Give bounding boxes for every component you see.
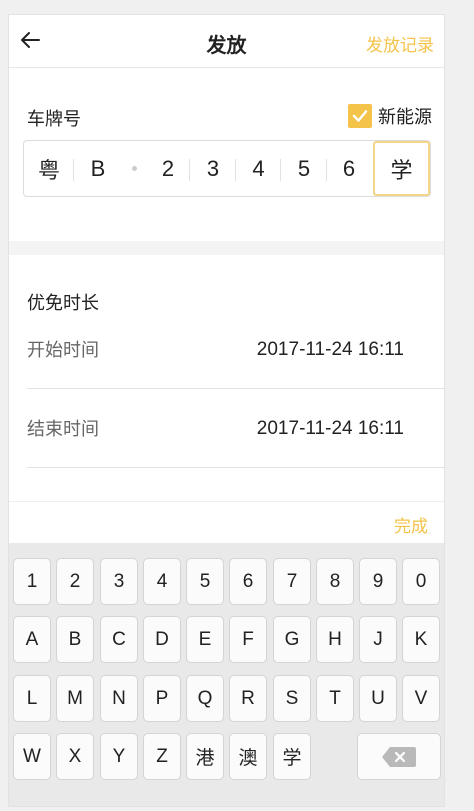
key-T[interactable]: T xyxy=(316,675,354,722)
plate-input[interactable]: 粤 B 2 3 4 5 6 学 xyxy=(23,140,431,197)
key-学[interactable]: 学 xyxy=(273,733,311,780)
key-V[interactable]: V xyxy=(402,675,440,722)
key-F[interactable]: F xyxy=(229,616,267,663)
key-W[interactable]: W xyxy=(13,733,51,780)
start-time-label: 开始时间 xyxy=(27,340,99,360)
plate-keyboard: 1234567890 ABCDEFGHJK LMNPQRSTUV WXYZ港澳学 xyxy=(9,543,444,806)
plate-number-label: 车牌号 xyxy=(27,109,81,129)
key-U[interactable]: U xyxy=(359,675,397,722)
key-Q[interactable]: Q xyxy=(186,675,224,722)
plate-char-5[interactable]: 6 xyxy=(327,141,371,196)
app-frame: 发放 发放记录 车牌号 新能源 粤 B 2 3 4 5 6 学 优免时长 开始时… xyxy=(8,14,445,807)
key-港[interactable]: 港 xyxy=(186,733,224,780)
key-C[interactable]: C xyxy=(100,616,138,663)
key-3[interactable]: 3 xyxy=(100,558,138,605)
plate-char-3[interactable]: 4 xyxy=(236,141,281,196)
plate-char-6-active[interactable]: 学 xyxy=(373,141,430,196)
key-5[interactable]: 5 xyxy=(186,558,224,605)
key-R[interactable]: R xyxy=(229,675,267,722)
key-N[interactable]: N xyxy=(100,675,138,722)
plate-char-2[interactable]: 3 xyxy=(190,141,236,196)
key-A[interactable]: A xyxy=(13,616,51,663)
key-L[interactable]: L xyxy=(13,675,51,722)
key-B[interactable]: B xyxy=(56,616,94,663)
key-K[interactable]: K xyxy=(402,616,440,663)
new-energy-label: 新能源 xyxy=(378,107,432,127)
issue-record-link[interactable]: 发放记录 xyxy=(366,31,434,56)
key-8[interactable]: 8 xyxy=(316,558,354,605)
end-time-label: 结束时间 xyxy=(27,419,99,439)
new-energy-checkbox[interactable]: 新能源 xyxy=(348,103,432,129)
done-button[interactable]: 完成 xyxy=(394,512,428,537)
key-J[interactable]: J xyxy=(359,616,397,663)
key-0[interactable]: 0 xyxy=(402,558,440,605)
plate-char-city[interactable]: B xyxy=(74,141,122,196)
nav-header: 发放 发放记录 xyxy=(9,15,444,68)
backspace-icon xyxy=(382,746,416,767)
key-2[interactable]: 2 xyxy=(56,558,94,605)
end-time-value: 2017-11-24 16:11 xyxy=(256,418,404,439)
key-4[interactable]: 4 xyxy=(143,558,181,605)
key-G[interactable]: G xyxy=(273,616,311,663)
key-P[interactable]: P xyxy=(143,675,181,722)
key-澳[interactable]: 澳 xyxy=(229,733,267,780)
checkbox-checked-icon xyxy=(348,104,372,128)
key-M[interactable]: M xyxy=(56,675,94,722)
plate-separator-dot xyxy=(122,141,146,196)
backspace-key[interactable] xyxy=(357,733,441,780)
keyboard-toolbar: 完成 xyxy=(9,501,444,544)
key-1[interactable]: 1 xyxy=(13,558,51,605)
plate-char-province[interactable]: 粤 xyxy=(24,141,74,196)
plate-char-4[interactable]: 5 xyxy=(281,141,327,196)
plate-char-1[interactable]: 2 xyxy=(146,141,190,196)
key-E[interactable]: E xyxy=(186,616,224,663)
key-7[interactable]: 7 xyxy=(273,558,311,605)
section-divider xyxy=(9,241,444,255)
key-9[interactable]: 9 xyxy=(359,558,397,605)
start-time-row[interactable]: 开始时间 2017-11-24 16:11 xyxy=(27,310,444,389)
key-S[interactable]: S xyxy=(273,675,311,722)
key-D[interactable]: D xyxy=(143,616,181,663)
end-time-row[interactable]: 结束时间 2017-11-24 16:11 xyxy=(27,389,444,468)
key-H[interactable]: H xyxy=(316,616,354,663)
start-time-value: 2017-11-24 16:11 xyxy=(256,339,404,360)
key-X[interactable]: X xyxy=(56,733,94,780)
duration-card: 优免时长 开始时间 2017-11-24 16:11 结束时间 2017-11-… xyxy=(9,255,444,500)
key-Z[interactable]: Z xyxy=(143,733,181,780)
key-6[interactable]: 6 xyxy=(229,558,267,605)
key-Y[interactable]: Y xyxy=(100,733,138,780)
